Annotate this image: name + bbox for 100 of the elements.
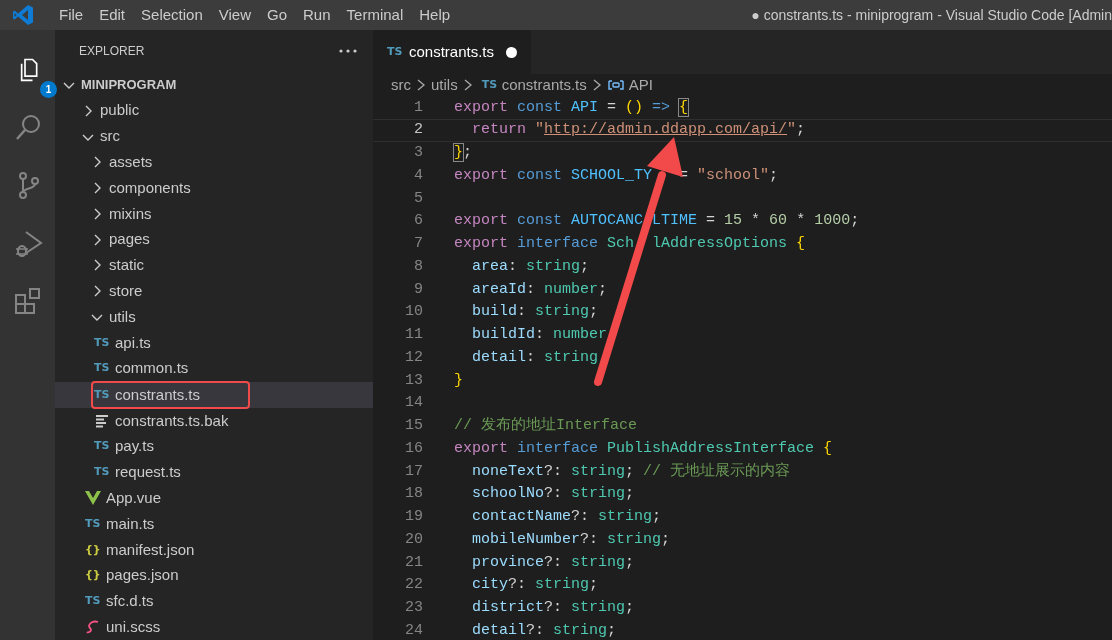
line-number: 19 [404, 507, 423, 528]
line-number: 6 [413, 211, 423, 232]
menu-item[interactable]: File [51, 3, 92, 27]
scss-file-icon [85, 620, 101, 635]
line-number: 10 [404, 302, 423, 323]
file-type-label: TS [94, 464, 110, 481]
code-line: detail?: string; [471, 620, 617, 640]
code-line: // 发布的地址Interface [454, 415, 638, 437]
file-label[interactable]: pages.json [106, 564, 179, 587]
line-number: 23 [404, 598, 423, 619]
line-number: 15 [404, 416, 423, 437]
line-number: 13 [404, 370, 423, 391]
file-label[interactable]: request.ts [115, 461, 181, 484]
file-type-label: TS [85, 515, 101, 532]
file-label[interactable]: sfc.d.ts [106, 590, 154, 613]
menu-item[interactable]: Help [411, 3, 459, 27]
tab-label: constrants.ts [409, 41, 495, 62]
app-logo-icon [12, 4, 34, 26]
file-label[interactable]: constrants.ts [115, 383, 201, 407]
code-line: contactName?: string; [471, 507, 662, 528]
menu-item[interactable]: View [210, 3, 259, 27]
count-badge: 1 [40, 81, 57, 98]
breadcrumb-item[interactable]: API [628, 74, 653, 97]
folder-label[interactable]: components [109, 176, 191, 200]
vue-icon [85, 491, 101, 506]
folder-label[interactable]: MINIPROGRAM [81, 75, 177, 95]
folder-label[interactable]: static [109, 254, 144, 277]
line-number: 17 [404, 461, 423, 482]
folder-label[interactable]: pages [109, 228, 150, 251]
text-file-icon [94, 413, 110, 428]
chevron-right-icon [415, 78, 427, 93]
folder-label[interactable]: utils [109, 305, 136, 329]
line-number: 8 [413, 256, 423, 277]
menu-item[interactable]: Go [259, 3, 295, 27]
breadcrumb-item[interactable]: src [391, 74, 411, 97]
line-number: 5 [413, 188, 423, 209]
line-number: 1 [413, 97, 423, 118]
more-icon [339, 49, 357, 53]
code-line: }; [454, 143, 473, 164]
code-line: city?: string; [471, 575, 599, 596]
line-number: 24 [404, 620, 423, 640]
line-number: 14 [404, 393, 423, 414]
file-type-label: TS [481, 77, 498, 93]
code-line: detail: string [471, 347, 600, 368]
line-number: 4 [413, 165, 423, 186]
code-line: export const API = () => { [454, 97, 689, 118]
breadcrumb-item[interactable]: constrants.ts [501, 74, 587, 97]
line-number: 12 [404, 347, 423, 368]
code-line: mobileNumber?: string; [471, 529, 671, 550]
code-line: export interface Sch lAddressOptions { [454, 234, 806, 255]
menu-item[interactable]: Terminal [338, 3, 412, 27]
code-line: buildId: number [471, 325, 609, 346]
file-label[interactable]: uni.scss [106, 616, 161, 639]
code-line: build: string; [471, 302, 599, 323]
menu-item[interactable]: Selection [133, 3, 211, 27]
code-line: return "http://admin.ddapp.com/api/"; [471, 120, 806, 141]
file-type-label: {} [85, 541, 101, 558]
file-type-label: TS [85, 593, 101, 610]
symbol-icon [606, 78, 625, 93]
folder-label[interactable]: assets [109, 151, 153, 174]
file-type-label: TS [94, 334, 110, 351]
code-line: areaId: number; [471, 279, 608, 300]
folder-label[interactable]: mixins [109, 202, 152, 226]
code-line: export const AUTOCANC LTIME = 15 * 60 * 1000; [454, 211, 860, 232]
file-label[interactable]: App.vue [106, 487, 162, 510]
file-label[interactable]: common.ts [115, 357, 189, 380]
line-number: 21 [404, 552, 423, 573]
code-line: noneText?: string; // 无地址展示的内容 [471, 461, 791, 482]
menu-item[interactable]: Run [295, 3, 339, 27]
folder-label[interactable]: src [100, 125, 120, 148]
line-number: 3 [413, 143, 423, 164]
code-line: } [454, 370, 463, 391]
line-number: 18 [404, 484, 423, 505]
breadcrumb-item[interactable]: utils [431, 74, 458, 97]
line-number: 9 [413, 279, 423, 300]
line-number: 20 [404, 529, 423, 550]
folder-label[interactable]: store [109, 280, 143, 303]
code-line: province?: string; [471, 552, 635, 573]
code-line: schoolNo?: string; [471, 484, 635, 505]
line-number: 22 [404, 575, 423, 596]
code-line: district?: string; [471, 598, 635, 619]
editor-tab[interactable]: TS constrants.ts [373, 30, 532, 74]
file-label[interactable]: main.ts [106, 512, 155, 536]
code-line: export interface PublishAddressInterface { [454, 438, 833, 459]
file-label[interactable]: constrants.ts.bak [115, 409, 229, 433]
line-number: 7 [413, 234, 423, 255]
file-label[interactable]: manifest.json [106, 538, 195, 562]
folder-label[interactable]: public [100, 99, 140, 122]
window-title: ● constrants.ts - miniprogram - Visual Studio Code [Admin [751, 5, 1112, 25]
file-label[interactable]: pay.ts [115, 435, 154, 458]
file-type-label: TS [387, 43, 403, 60]
menu-item[interactable]: Edit [91, 3, 134, 27]
file-type-label: TS [94, 360, 110, 377]
line-number: 2 [413, 120, 423, 141]
code-line: area: string; [471, 256, 590, 277]
file-type-label: TS [94, 438, 110, 455]
file-type-label: {} [85, 567, 101, 584]
extensions-icon[interactable] [12, 286, 43, 316]
file-label[interactable]: api.ts [115, 331, 151, 355]
file-type-label: TS [94, 386, 110, 403]
